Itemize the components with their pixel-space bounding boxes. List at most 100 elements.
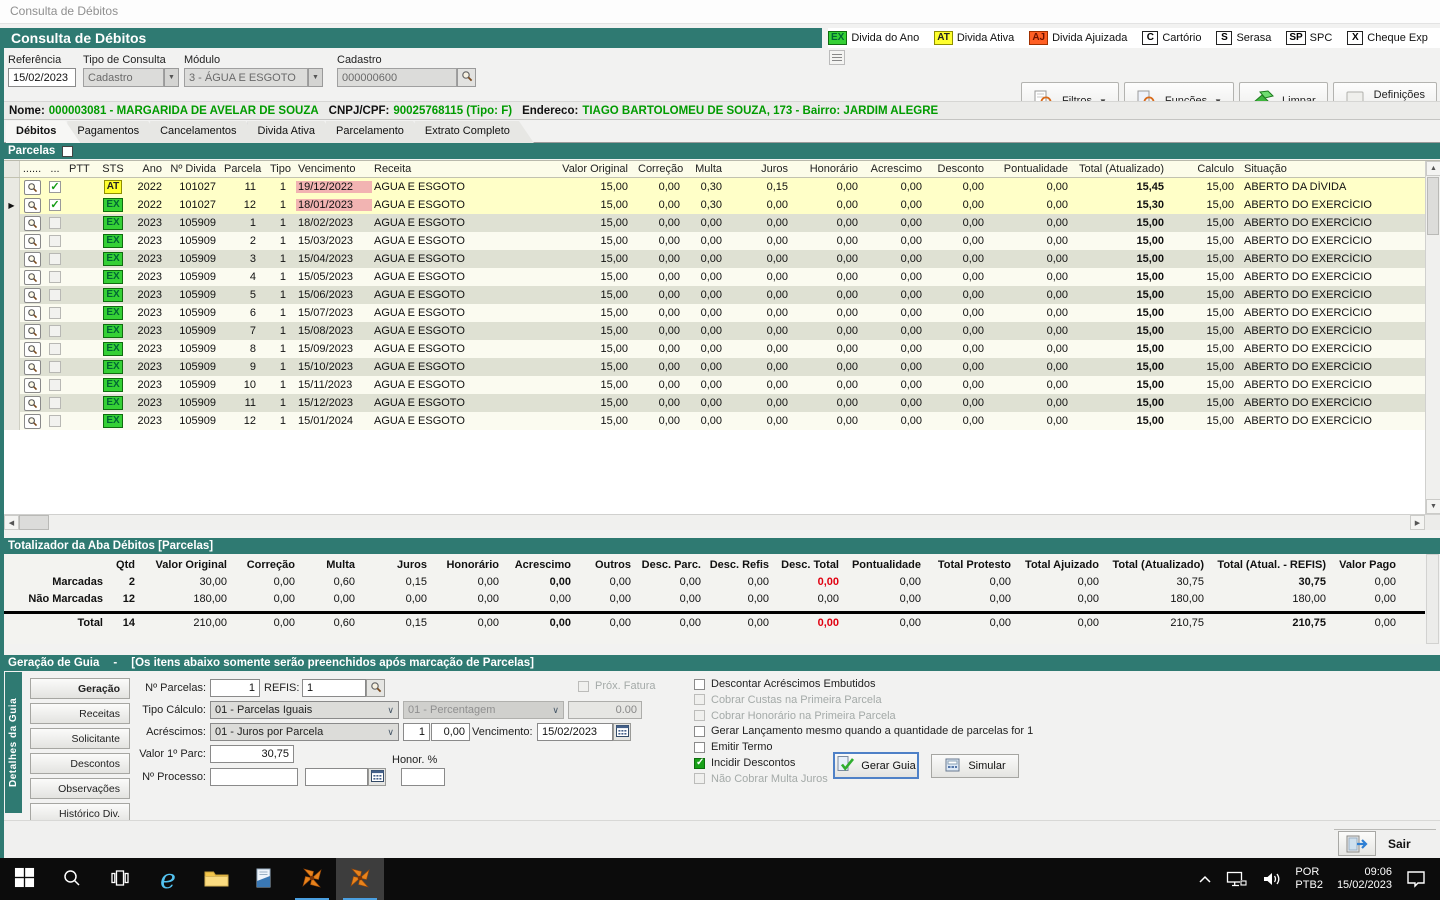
- row-detail-search-button[interactable]: [23, 287, 41, 303]
- table-row[interactable]: EX 2023 105909 11 1 15/12/2023 AGUA E ESGOTO 15…: [4, 394, 1425, 412]
- column-header-tipo[interactable]: Tipo: [270, 163, 296, 175]
- checkbox-box[interactable]: [694, 773, 705, 785]
- column-header-n-divida[interactable]: Nº Divida: [168, 163, 224, 175]
- tab-extrato-completo[interactable]: Extrato Completo: [415, 121, 534, 143]
- column-header-parcela[interactable]: Parcela: [224, 163, 270, 175]
- row-detail-search-button[interactable]: [23, 215, 41, 231]
- taskbar-search-button[interactable]: [48, 858, 96, 900]
- row-detail-search-button[interactable]: [23, 269, 41, 285]
- scroll-up-button[interactable]: ▲: [1426, 161, 1440, 176]
- checkbox-box[interactable]: [694, 694, 705, 706]
- column-header-honorario[interactable]: Honorário: [804, 163, 866, 175]
- tab-pagamentos[interactable]: Pagamentos: [67, 121, 163, 143]
- prox-fatura-checkbox[interactable]: [578, 680, 589, 692]
- table-row[interactable]: EX 2023 105909 9 1 15/10/2023 AGUA E ESGOTO 15,…: [4, 358, 1425, 376]
- row-checkbox[interactable]: [49, 217, 61, 229]
- table-row[interactable]: EX 2023 105909 8 1 15/09/2023 AGUA E ESGOTO 15,…: [4, 340, 1425, 358]
- table-row[interactable]: EX 2023 105909 10 1 15/11/2023 AGUA E ESGOTO 15…: [4, 376, 1425, 394]
- table-row[interactable]: EX 2023 105909 3 1 15/04/2023 AGUA E ESGOTO 15,…: [4, 250, 1425, 268]
- tab-parcelamento[interactable]: Parcelamento: [326, 121, 428, 143]
- table-row[interactable]: EX 2023 105909 5 1 15/06/2023 AGUA E ESGOTO 15,…: [4, 286, 1425, 304]
- row-checkbox[interactable]: ✓: [49, 181, 61, 193]
- row-detail-search-button[interactable]: [23, 197, 41, 213]
- checkbox-box[interactable]: [694, 678, 705, 690]
- row-checkbox[interactable]: [49, 415, 61, 427]
- language-indicator[interactable]: POR PTB2: [1295, 866, 1323, 892]
- cadastro-options-button[interactable]: [829, 50, 845, 65]
- column-header-dots[interactable]: ......: [20, 163, 44, 175]
- row-checkbox[interactable]: [49, 271, 61, 283]
- checkbox-emitir-termo[interactable]: Emitir Termo: [694, 741, 773, 753]
- refis-input[interactable]: 1: [302, 679, 366, 697]
- table-row[interactable]: EX 2023 105909 6 1 15/07/2023 AGUA E ESGOTO 15,…: [4, 304, 1425, 322]
- table-row[interactable]: EX 2023 105909 7 1 15/08/2023 AGUA E ESGOTO 15,…: [4, 322, 1425, 340]
- file-explorer-button[interactable]: [192, 858, 240, 900]
- notifications-icon[interactable]: [1406, 870, 1426, 888]
- column-header-ano[interactable]: Ano: [130, 163, 168, 175]
- network-icon[interactable]: [1226, 871, 1248, 887]
- scroll-down-button[interactable]: ▼: [1426, 499, 1440, 514]
- task-view-button[interactable]: [96, 858, 144, 900]
- tipo-consulta-input[interactable]: Cadastro: [83, 68, 164, 87]
- checkbox-gerar-lancamento-mesmo-quando-a-quantida[interactable]: Gerar Lançamento mesmo quando a quantida…: [694, 725, 1033, 737]
- row-detail-search-button[interactable]: [23, 413, 41, 429]
- column-header-sts[interactable]: STS: [96, 163, 130, 175]
- row-checkbox[interactable]: [49, 235, 61, 247]
- vertical-scroll-thumb[interactable]: [1427, 177, 1439, 235]
- column-header-total-atualizado[interactable]: Total (Atualizado): [1078, 163, 1178, 175]
- row-detail-search-button[interactable]: [23, 233, 41, 249]
- column-header-acrescimo[interactable]: Acrescimo: [866, 163, 930, 175]
- table-row[interactable]: EX 2023 105909 2 1 15/03/2023 AGUA E ESGOTO 15,…: [4, 232, 1425, 250]
- tipo-calculo-select[interactable]: 01 - Parcelas Iguais ∨: [210, 701, 399, 719]
- row-checkbox[interactable]: ✓: [49, 199, 61, 211]
- row-detail-search-button[interactable]: [23, 377, 41, 393]
- column-header-multa[interactable]: Multa: [684, 163, 726, 175]
- acrescimos-qtd-input[interactable]: 1: [403, 723, 430, 741]
- column-header-pontualidade[interactable]: Pontualidade: [992, 163, 1078, 175]
- internet-explorer-button[interactable]: e: [144, 858, 192, 900]
- simular-button[interactable]: Simular: [931, 754, 1019, 778]
- processo-data-input[interactable]: [305, 768, 368, 786]
- row-checkbox[interactable]: [49, 379, 61, 391]
- row-checkbox[interactable]: [49, 325, 61, 337]
- erp-app-active-window-button[interactable]: [336, 858, 384, 900]
- row-detail-search-button[interactable]: [23, 251, 41, 267]
- row-checkbox[interactable]: [49, 307, 61, 319]
- honorario-percent-input[interactable]: [401, 768, 445, 786]
- tipo-consulta-dropdown-button[interactable]: ▼: [164, 68, 179, 87]
- acrescimos-valor-input[interactable]: 0,00: [431, 723, 470, 741]
- row-checkbox[interactable]: [49, 397, 61, 409]
- valor-primeira-parcela-input[interactable]: 30,75: [210, 745, 294, 763]
- sair-button[interactable]: Sair: [1334, 829, 1436, 857]
- table-row[interactable]: EX 2023 105909 12 1 15/01/2024 AGUA E ESGOTO 15…: [4, 412, 1425, 430]
- row-checkbox[interactable]: [49, 361, 61, 373]
- vencimento-calendar-button[interactable]: [613, 723, 631, 741]
- row-checkbox[interactable]: [49, 343, 61, 355]
- row-checkbox[interactable]: [49, 289, 61, 301]
- row-detail-search-button[interactable]: [23, 395, 41, 411]
- column-header-situacao[interactable]: Situação: [1238, 163, 1425, 175]
- clock[interactable]: 09:06 15/02/2023: [1337, 866, 1392, 892]
- notes-app-button[interactable]: [240, 858, 288, 900]
- table-row[interactable]: EX 2023 105909 4 1 15/05/2023 AGUA E ESGOTO 15,…: [4, 268, 1425, 286]
- cadastro-input[interactable]: 000000600: [337, 68, 457, 87]
- start-button[interactable]: [0, 858, 48, 900]
- horizontal-scrollbar[interactable]: ◀ ▶: [4, 514, 1440, 530]
- gerar-guia-button[interactable]: Gerar Guia: [833, 752, 919, 779]
- row-detail-search-button[interactable]: [23, 359, 41, 375]
- table-row[interactable]: ▶ ✓ EX 2022 101027 12 1 18/01/2023 AGUA E ESGOTO…: [4, 196, 1425, 214]
- vertical-scrollbar[interactable]: ▲ ▼: [1425, 161, 1440, 514]
- table-row[interactable]: ✓ AT 2022 101027 11 1 19/12/2022 AGUA E ESGOTO 1…: [4, 178, 1425, 196]
- checkbox-box[interactable]: [694, 757, 705, 769]
- horizontal-scroll-track[interactable]: [49, 515, 1410, 530]
- checkbox-box[interactable]: [694, 741, 705, 753]
- column-header-valor-original[interactable]: Valor Original: [528, 163, 638, 175]
- checkbox-descontar-acrescimos-embutidos[interactable]: Descontar Acréscimos Embutidos: [694, 678, 875, 690]
- column-header-juros[interactable]: Juros: [726, 163, 804, 175]
- vencimento-input[interactable]: 15/02/2023: [537, 723, 613, 741]
- modulo-input[interactable]: 3 - ÁGUA E ESGOTO: [184, 68, 308, 87]
- modulo-dropdown-button[interactable]: ▼: [308, 68, 323, 87]
- erp-app-button[interactable]: [288, 858, 336, 900]
- row-detail-search-button[interactable]: [23, 305, 41, 321]
- n-parcelas-input[interactable]: 1: [210, 679, 260, 697]
